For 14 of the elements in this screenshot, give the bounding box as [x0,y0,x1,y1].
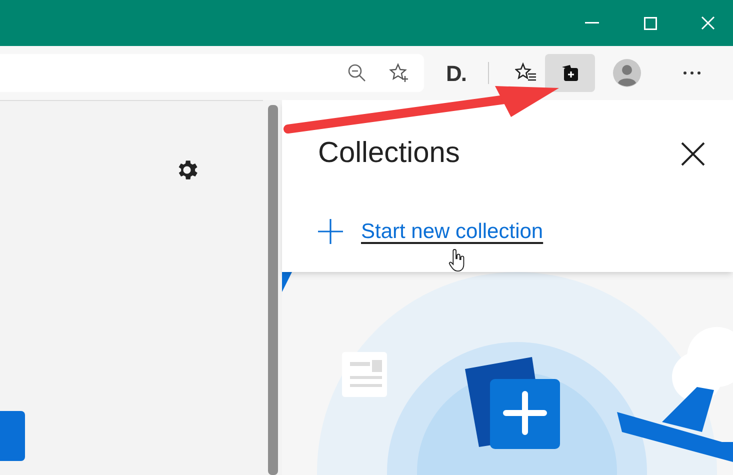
collections-button[interactable] [545,54,595,92]
scrollbar[interactable] [268,105,278,475]
start-new-collection-link[interactable]: Start new collection [361,216,544,247]
profile-avatar-icon[interactable] [613,59,641,87]
minimize-icon[interactable] [585,22,599,24]
panel-title: Collections [318,136,460,171]
add-favorite-icon[interactable] [389,63,409,83]
zoom-out-icon[interactable] [347,63,367,83]
more-icon[interactable] [683,71,701,75]
plus-icon [318,218,343,244]
extension-icon[interactable]: D. [446,56,466,90]
collections-icon [560,64,580,82]
maximize-icon[interactable] [644,16,657,30]
close-icon[interactable] [681,142,705,166]
